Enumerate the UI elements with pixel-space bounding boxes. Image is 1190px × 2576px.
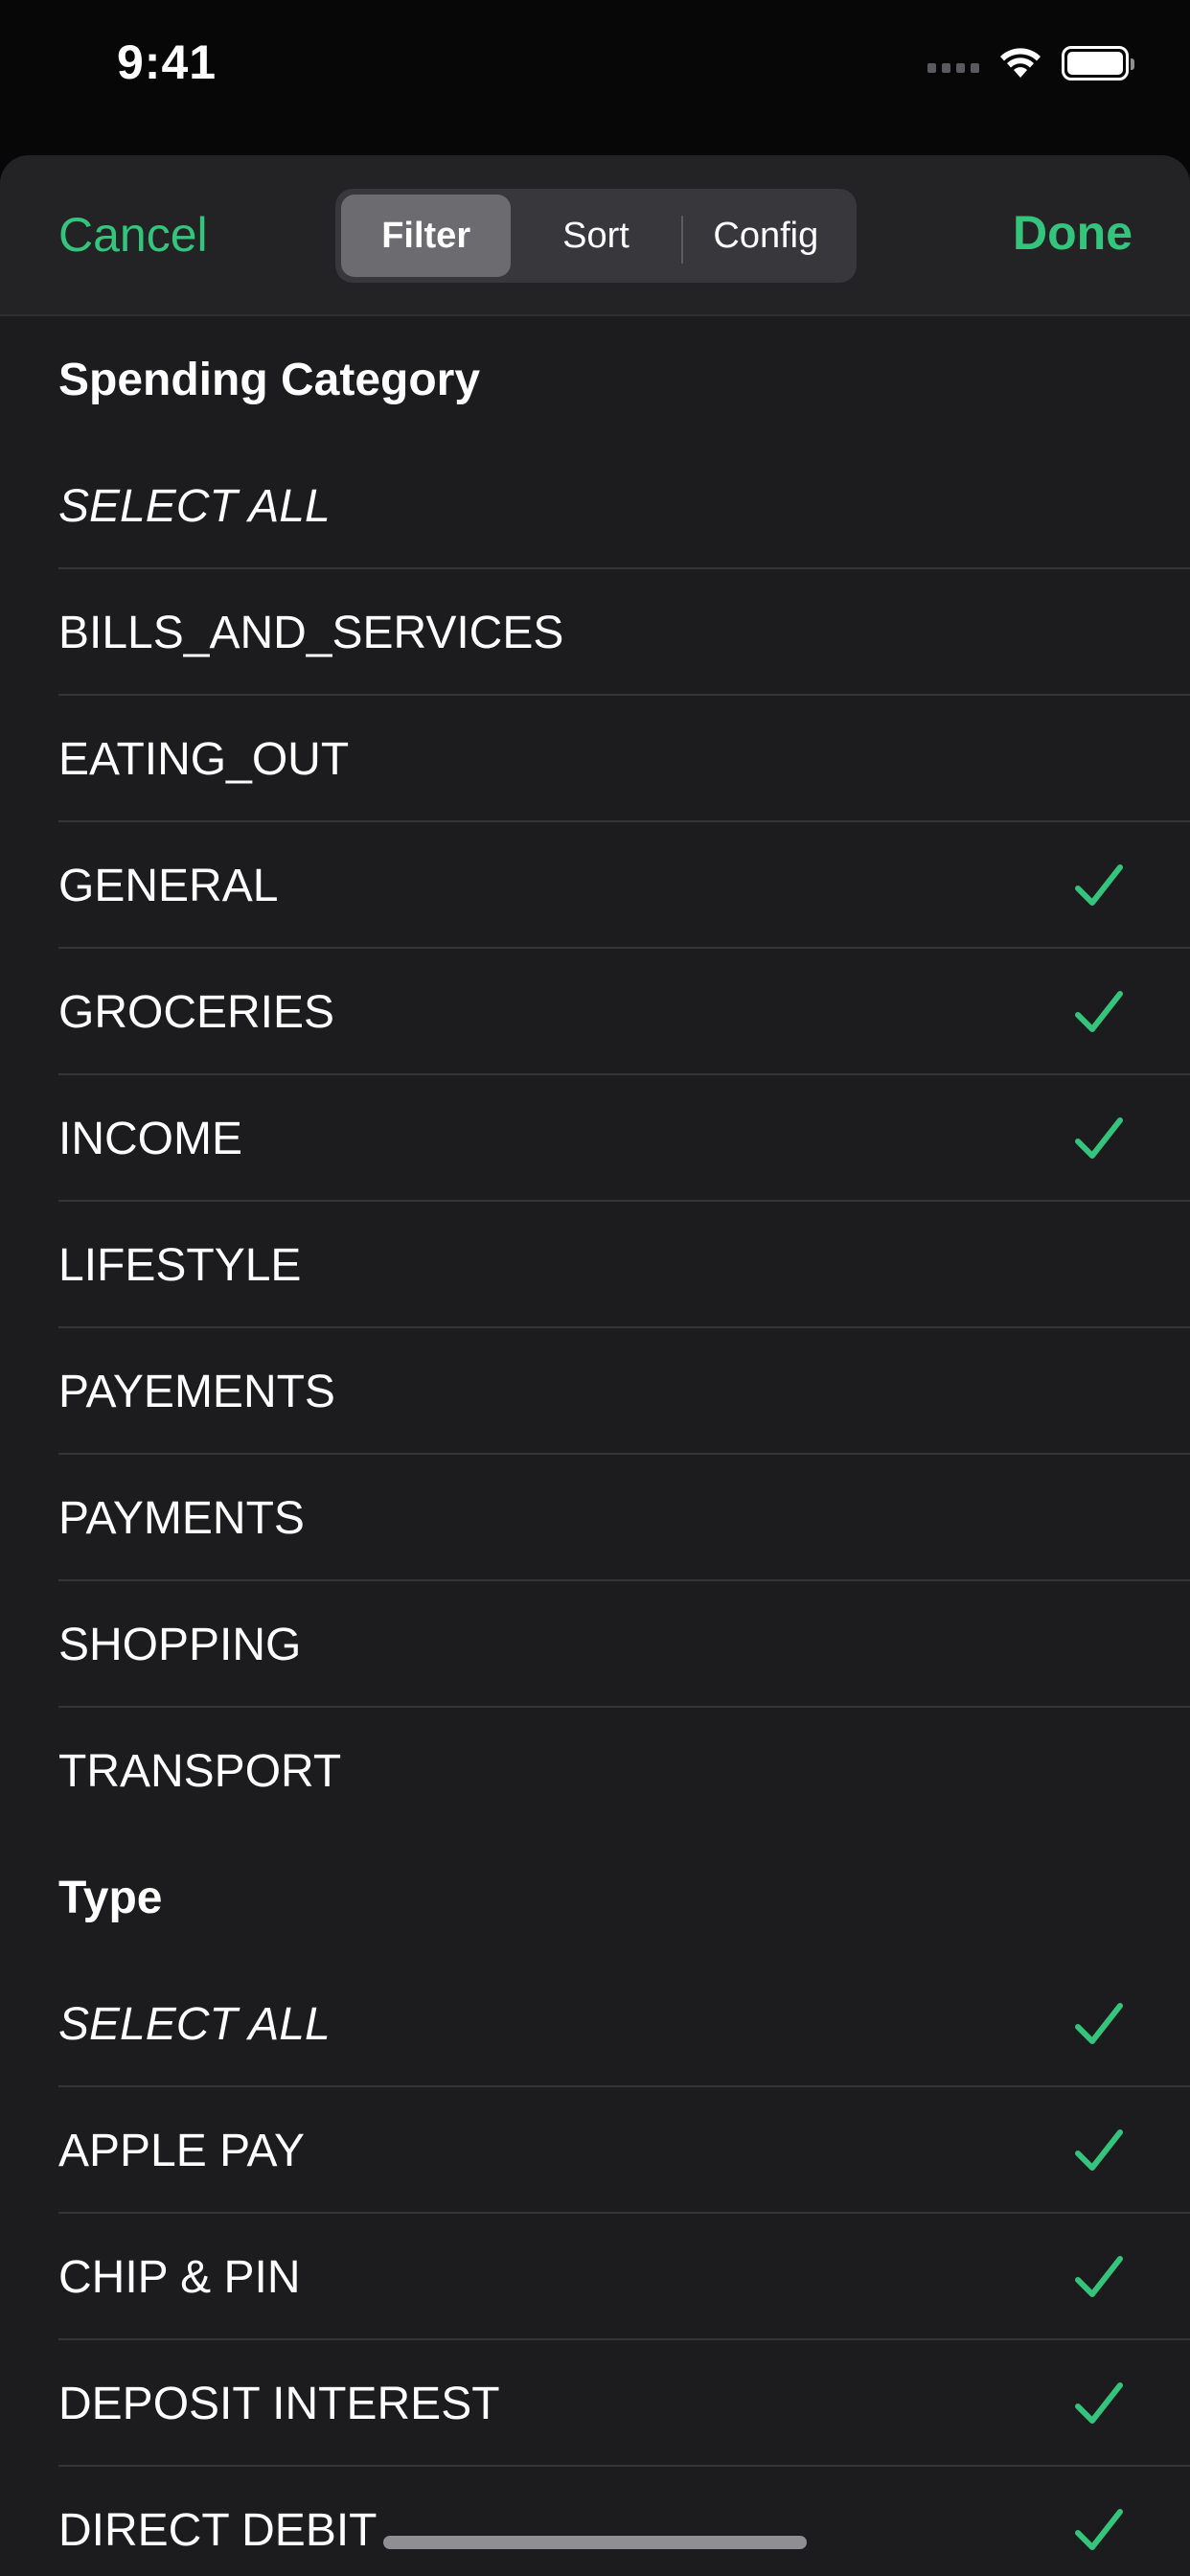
filter-row-label: PAYEMENTS — [58, 1366, 335, 1417]
filter-row[interactable]: SHOPPING — [0, 1581, 1190, 1708]
segmented-control: Filter Sort Config — [335, 189, 857, 283]
done-button[interactable]: Done — [1013, 205, 1133, 261]
cellular-signal-icon — [927, 54, 979, 73]
section-header: Spending Category — [58, 354, 481, 405]
filter-row[interactable]: CHIP & PIN — [0, 2214, 1190, 2340]
sheet-nav-bar: Cancel Filter Sort Config Done — [0, 155, 1190, 316]
checkmark-icon — [1075, 2507, 1123, 2553]
filter-row[interactable]: LIFESTYLE — [0, 1202, 1190, 1328]
checkmark-icon — [1075, 2380, 1123, 2426]
filter-sheet: Cancel Filter Sort Config Done Spending … — [0, 155, 1190, 2576]
filter-list: Spending Category SELECT ALL BILLS_AND_SER… — [0, 316, 1190, 2576]
status-icons — [927, 44, 1134, 82]
filter-row-label: LIFESTYLE — [58, 1239, 302, 1291]
checkmark-icon — [1075, 2001, 1123, 2047]
checkmark-icon — [1075, 989, 1123, 1035]
filter-row[interactable]: GENERAL — [0, 822, 1190, 949]
filter-row[interactable]: SELECT ALL — [0, 443, 1190, 569]
wifi-icon — [1000, 48, 1041, 78]
segment-sort[interactable]: Sort — [511, 195, 680, 277]
segment-filter[interactable]: Filter — [341, 195, 512, 277]
segment-config[interactable]: Config — [680, 195, 851, 277]
checkmark-icon — [1075, 1116, 1123, 1162]
section-header: Type — [58, 1872, 163, 1923]
filter-row[interactable]: EATING_OUT — [0, 696, 1190, 822]
filter-row-label: BILLS_AND_SERVICES — [58, 607, 564, 658]
filter-row[interactable]: DEPOSIT INTEREST — [0, 2340, 1190, 2467]
filter-row[interactable]: SELECT ALL — [0, 1961, 1190, 2087]
filter-row-label: DIRECT DEBIT — [58, 2504, 378, 2556]
filter-row[interactable]: GROCERIES — [0, 949, 1190, 1075]
checkmark-icon — [1075, 2128, 1123, 2174]
filter-row-label: SHOPPING — [58, 1619, 302, 1670]
battery-icon — [1062, 46, 1134, 80]
filter-row[interactable]: PAYEMENTS — [0, 1328, 1190, 1455]
filter-row-label: INCOME — [58, 1113, 242, 1164]
home-indicator — [383, 2536, 807, 2549]
filter-row-label: SELECT ALL — [58, 480, 331, 532]
filter-row-label: TRANSPORT — [58, 1745, 342, 1797]
filter-row-label: GROCERIES — [58, 986, 335, 1038]
filter-row-label: DEPOSIT INTEREST — [58, 2378, 500, 2429]
status-bar: 9:41 — [0, 0, 1190, 144]
filter-row-label: SELECT ALL — [58, 1998, 331, 2050]
filter-row-label: APPLE PAY — [58, 2125, 306, 2176]
filter-row[interactable]: BILLS_AND_SERVICES — [0, 569, 1190, 696]
filter-row-label: EATING_OUT — [58, 733, 350, 785]
filter-row[interactable]: DIRECT DEBIT — [0, 2467, 1190, 2576]
filter-row-label: PAYMENTS — [58, 1492, 305, 1544]
filter-row[interactable]: APPLE PAY — [0, 2087, 1190, 2214]
filter-row-label: GENERAL — [58, 860, 279, 911]
filter-row-label: CHIP & PIN — [58, 2251, 301, 2303]
cancel-button[interactable]: Cancel — [58, 207, 208, 263]
checkmark-icon — [1075, 862, 1123, 908]
filter-row[interactable]: TRANSPORT — [0, 1708, 1190, 1834]
status-time: 9:41 — [117, 35, 217, 89]
filter-row[interactable]: PAYMENTS — [0, 1455, 1190, 1581]
checkmark-icon — [1075, 2254, 1123, 2300]
filter-row[interactable]: INCOME — [0, 1075, 1190, 1202]
